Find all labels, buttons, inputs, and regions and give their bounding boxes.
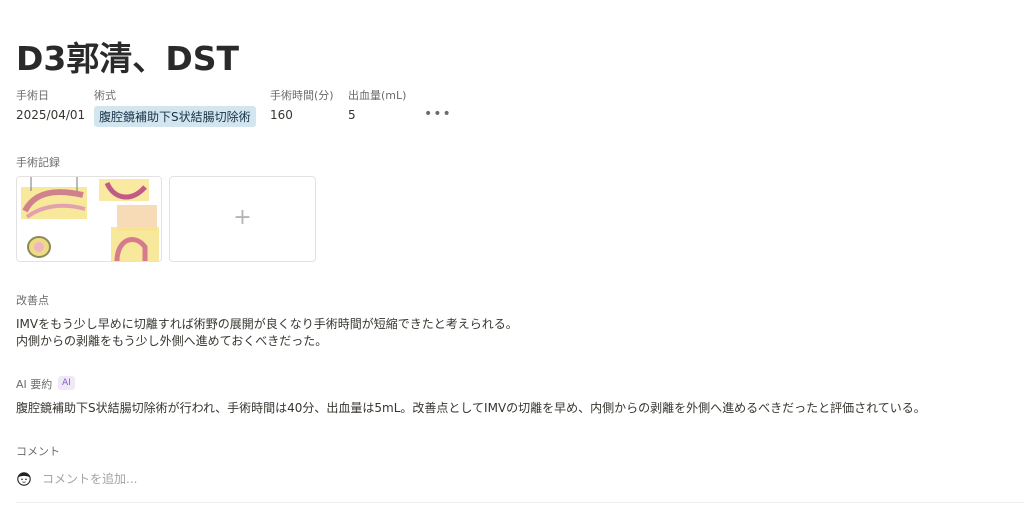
procedure-tag[interactable]: 腹腔鏡補助下S状結腸切除術 bbox=[94, 106, 256, 127]
property-value-date[interactable]: 2025/04/01 bbox=[16, 108, 85, 122]
property-label-date: 手術日 bbox=[16, 89, 49, 102]
improvement-line[interactable]: 内側からの剥離をもう少し外側へ進めておくべきだった。 bbox=[16, 333, 327, 350]
surgical-sketch-image bbox=[17, 177, 161, 261]
page-title[interactable]: D3郭清、DST bbox=[16, 32, 239, 80]
improvements-label: 改善点 bbox=[16, 294, 49, 307]
ai-badge: AI bbox=[58, 376, 75, 390]
divider bbox=[16, 502, 1024, 503]
add-image-button[interactable]: + bbox=[169, 176, 316, 262]
property-value-blood-loss[interactable]: 5 bbox=[348, 108, 356, 122]
more-horizontal-icon[interactable]: ••• bbox=[424, 106, 452, 122]
property-label-procedure: 術式 bbox=[94, 89, 116, 102]
ai-summary-text: 腹腔鏡補助下S状結腸切除術が行われ、手術時間は40分、出血量は5mL。改善点とし… bbox=[16, 401, 926, 415]
surgical-record-label: 手術記録 bbox=[16, 156, 60, 169]
improvement-line[interactable]: IMVをもう少し早めに切離すれば術野の展開が良くなり手術時間が短縮できたと考えら… bbox=[16, 316, 518, 333]
surgical-sketch-thumbnail[interactable] bbox=[16, 176, 162, 262]
property-label-blood-loss: 出血量(mL) bbox=[348, 89, 407, 102]
ai-summary-label: AI 要約 bbox=[16, 378, 53, 391]
user-avatar-icon bbox=[17, 472, 31, 486]
comments-label: コメント bbox=[16, 445, 60, 458]
property-label-duration: 手術時間(分) bbox=[270, 89, 334, 102]
comment-input[interactable] bbox=[42, 470, 442, 488]
plus-icon: + bbox=[233, 205, 252, 230]
property-value-duration[interactable]: 160 bbox=[270, 108, 293, 122]
